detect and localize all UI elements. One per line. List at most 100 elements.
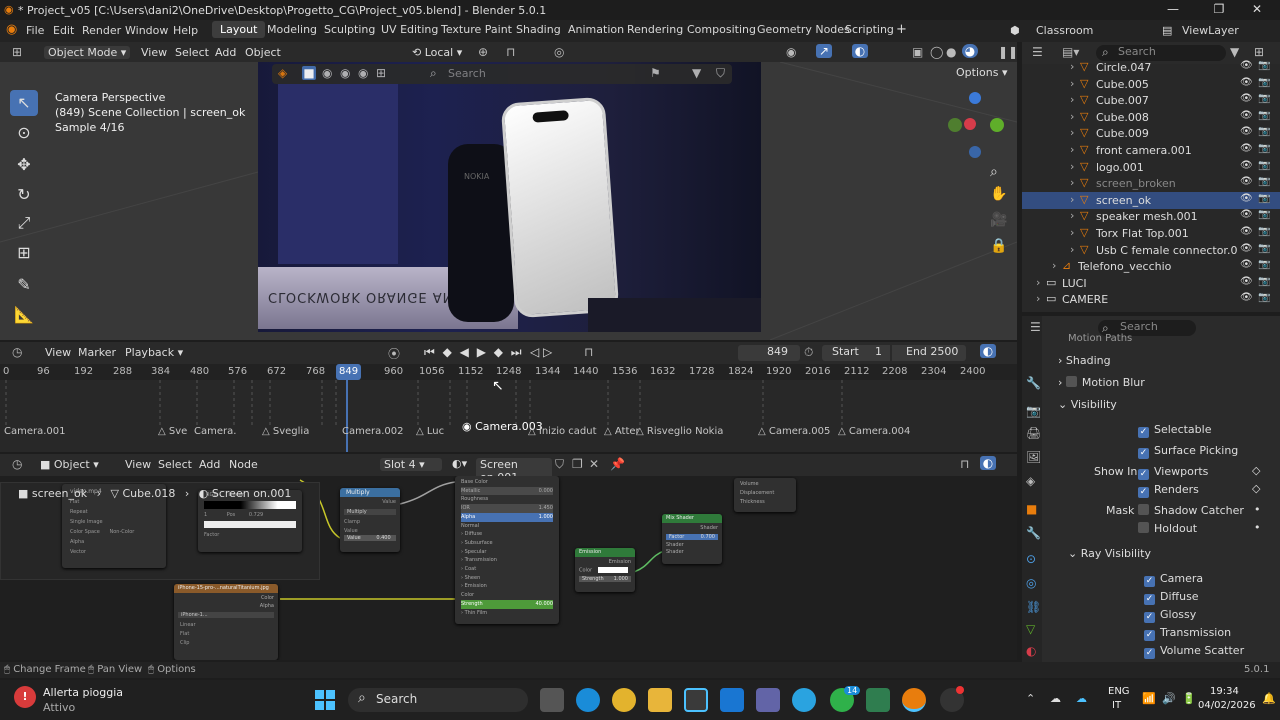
timeline-editor-icon[interactable]: ◷	[12, 345, 22, 359]
stopwatch-icon[interactable]: ⏱	[804, 345, 813, 360]
wireframe-shading-icon[interactable]: ◯	[930, 45, 943, 59]
node-overlay-icon[interactable]: ◐	[980, 456, 996, 470]
viewport-object-menu[interactable]: Object	[245, 46, 281, 59]
viewport-options-button[interactable]: Options ▾	[956, 66, 1007, 79]
visibility-panel-header[interactable]: ⌄ Visibility	[1058, 398, 1117, 411]
menu-edit[interactable]: Edit	[53, 24, 74, 37]
teams-icon[interactable]	[756, 688, 780, 712]
particles-tab-icon[interactable]: ⊙	[1026, 552, 1036, 566]
expand-arrow-icon[interactable]: ›	[1070, 143, 1074, 156]
battery-icon[interactable]: 🔋	[1182, 692, 1196, 705]
pin-icon[interactable]: 📌	[610, 457, 625, 471]
tray-chevron-icon[interactable]: ⌃	[1026, 692, 1035, 705]
material-tab-icon[interactable]: ◐	[1026, 644, 1036, 658]
timeline-view-menu[interactable]: View	[45, 346, 71, 359]
viewport-add-menu[interactable]: Add	[215, 46, 236, 59]
renders-toggle[interactable]: ✓ Renders	[1138, 483, 1199, 498]
weather-alert-icon[interactable]: !	[14, 686, 36, 708]
blender-taskbar-icon[interactable]	[902, 688, 926, 712]
select-box-icon[interactable]: ■	[302, 66, 316, 80]
render-camera-icon[interactable]: 📷	[1258, 226, 1270, 237]
expand-arrow-icon[interactable]: ›	[1070, 93, 1074, 106]
lock-icon[interactable]: 🔒	[990, 238, 1007, 254]
snap-icon[interactable]: ⊓	[506, 45, 515, 59]
holdout-toggle[interactable]: Holdout	[1138, 522, 1197, 535]
orientation-dropdown[interactable]: ⟲ Local ▾	[412, 46, 462, 59]
measure-tool-icon[interactable]: 📐	[10, 302, 38, 328]
outliner-item[interactable]: › ▽ Cube.009 👁 📷	[1022, 125, 1280, 142]
multiply-value-field[interactable]: Value 0.400	[344, 535, 396, 541]
expand-arrow-icon[interactable]: ›	[1070, 60, 1074, 73]
object-tab-icon[interactable]: ■	[1026, 502, 1037, 516]
menu-window[interactable]: Window	[125, 24, 168, 37]
outliner-editor-icon[interactable]: ☰	[1032, 45, 1043, 59]
color-ramp-gradient[interactable]	[204, 501, 296, 509]
renders-keyframe-icon[interactable]: ◇	[1252, 482, 1260, 495]
view-layer-tab-icon[interactable]: 🖼	[1026, 450, 1041, 464]
visibility-icon[interactable]: ◉	[786, 45, 796, 59]
timeline-marker[interactable]: △ Luc	[416, 426, 444, 437]
visibility-eye-icon[interactable]: 👁	[1240, 60, 1253, 71]
visibility-eye-icon[interactable]: 👁	[1240, 176, 1253, 187]
surface-picking-toggle[interactable]: ✓ Surface Picking	[1138, 444, 1238, 459]
keyboard-layout[interactable]: IT	[1112, 700, 1121, 711]
expand-arrow-icon[interactable]: ›	[1070, 226, 1074, 239]
outliner-item[interactable]: › ▽ screen_broken 👁 📷	[1022, 175, 1280, 192]
transform-tool-icon[interactable]: ⊞	[10, 240, 38, 266]
visibility-eye-icon[interactable]: 👁	[1240, 193, 1253, 204]
timeline-ruler[interactable]: 0 96 192 288 384 480 576 672 768 849 960…	[0, 364, 1017, 380]
render-camera-icon[interactable]: 📷	[1258, 243, 1270, 254]
render-camera-icon[interactable]: 📷	[1258, 193, 1270, 204]
viewport-editor-icon[interactable]: ⊞	[12, 45, 22, 59]
timeline-marker[interactable]: Camera.001	[4, 426, 66, 437]
viewports-keyframe-icon[interactable]: ◇	[1252, 464, 1260, 477]
rendered-shading-icon[interactable]: ◕	[962, 44, 978, 58]
fake-user-icon[interactable]: ⛉	[555, 457, 564, 472]
store-icon[interactable]	[684, 688, 708, 712]
menu-help[interactable]: Help	[173, 24, 198, 37]
render-camera-icon[interactable]: 📷	[1258, 110, 1270, 121]
select-tool-icon[interactable]: ↖	[10, 90, 38, 116]
file-explorer-icon[interactable]	[648, 688, 672, 712]
onedrive-sync-icon[interactable]: ☁	[1076, 692, 1087, 705]
start-frame-field[interactable]: Start 1	[822, 345, 890, 361]
expand-arrow-icon[interactable]: ›	[1070, 176, 1074, 189]
node-editor-canvas[interactable]: video.mp4 Flat Repeat Single Image Color…	[0, 476, 1017, 660]
weather-title[interactable]: Allerta pioggia	[43, 686, 123, 699]
pause-render-icon[interactable]: ❚❚	[998, 45, 1018, 59]
expand-arrow-icon[interactable]: ›	[1070, 110, 1074, 123]
render-camera-icon[interactable]: 📷	[1258, 276, 1270, 287]
timeline-marker[interactable]: △ Inizio cadut	[528, 426, 597, 437]
render-camera-icon[interactable]: 📷	[1258, 93, 1270, 104]
outliner-filter-icon[interactable]: ▼	[1230, 45, 1239, 59]
ramp-color-swatch[interactable]	[204, 521, 296, 528]
windows-start-icon[interactable]	[315, 690, 335, 710]
viewport-search-input[interactable]: Search	[448, 67, 486, 80]
expand-arrow-icon[interactable]: ›	[1052, 259, 1056, 272]
timeline-marker[interactable]: △ Camera.005	[758, 426, 830, 437]
gizmo-y-axis[interactable]	[990, 118, 1004, 132]
principled-bsdf-node[interactable]: Base Color Metallic 0.000 Roughness IOR 1.…	[455, 476, 559, 624]
unlink-material-icon[interactable]: ✕	[589, 457, 599, 471]
image-texture-node[interactable]: iPhone-15-pro-...naturalTitanium.jpg Col…	[174, 584, 278, 660]
solid-shading-icon[interactable]: ●	[946, 45, 956, 59]
menu-render[interactable]: Render	[82, 24, 121, 37]
node-view-menu[interactable]: View	[125, 458, 151, 471]
blender-menu-icon[interactable]: ◉	[6, 22, 17, 37]
object-mode-dropdown[interactable]: Object Mode ▾	[44, 46, 131, 59]
notes-app-icon[interactable]	[866, 688, 890, 712]
visibility-eye-icon[interactable]: 👁	[1240, 276, 1253, 287]
tool-tab-icon[interactable]: 🔧	[1026, 376, 1041, 390]
tab-layout[interactable]: Layout	[212, 21, 266, 38]
navigation-gizmo[interactable]	[944, 90, 1008, 160]
timeline-marker[interactable]: Camera.002	[342, 426, 404, 437]
telegram-icon[interactable]	[792, 688, 816, 712]
zoom-icon[interactable]: ⌕	[990, 164, 998, 180]
viewports-toggle[interactable]: ✓ Viewports	[1138, 465, 1208, 480]
outliner-item[interactable]: › ▭ CAMERE 👁 📷	[1022, 291, 1280, 308]
breadcrumb-mesh[interactable]: Cube.018	[122, 487, 175, 500]
keyframe-nav-icon[interactable]: ◁ ▷	[530, 345, 552, 359]
proportional-edit-icon[interactable]: ◎	[554, 45, 564, 59]
material-browse-icon[interactable]: ◐▾	[452, 457, 467, 470]
constraints-tab-icon[interactable]: ⛓	[1026, 600, 1041, 614]
